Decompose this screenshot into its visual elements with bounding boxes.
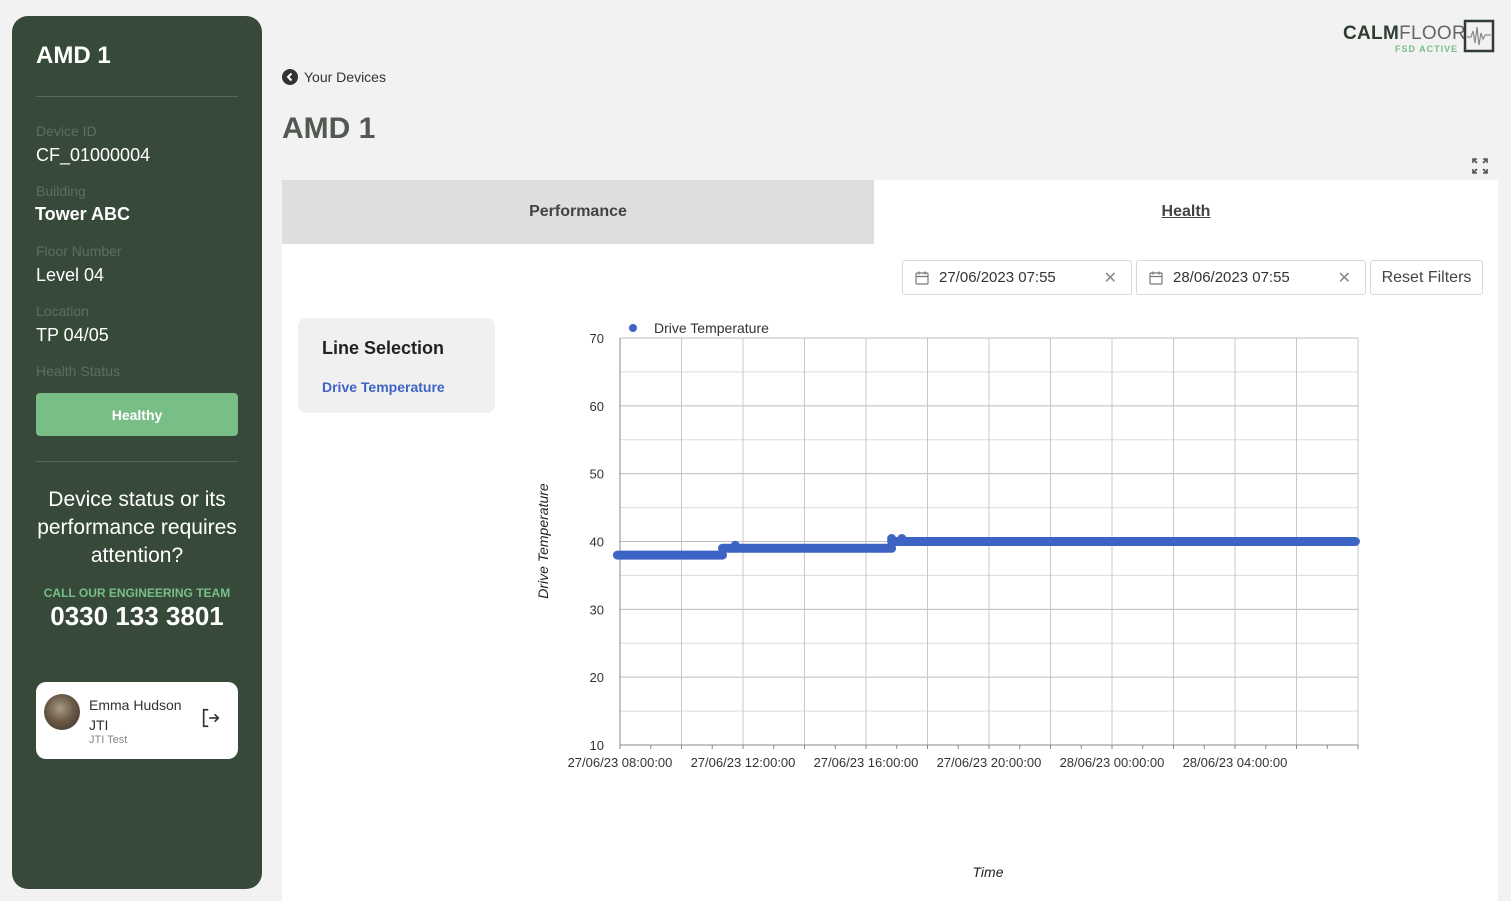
device-sidebar: AMD 1 Device ID CF_01000004 Building Tow… [12, 16, 262, 889]
device-id-label: Device ID [36, 123, 97, 139]
legend-marker [629, 324, 637, 332]
sidebar-device-title: AMD 1 [36, 42, 111, 69]
series-point [897, 534, 907, 543]
sidebar-divider [36, 96, 238, 97]
chart-legend: Drive Temperature [629, 320, 769, 336]
y-tick-label: 70 [590, 331, 604, 346]
floor-number-value: Level 04 [36, 265, 105, 285]
location-value: TP 04/05 [36, 325, 109, 345]
health-status-label: Health Status [36, 363, 121, 379]
page-title: AMD 1 [282, 112, 376, 145]
x-tick-label: 27/06/23 08:00:00 [568, 755, 673, 770]
device-id-value: CF_01000004 [36, 145, 151, 165]
user-organization: JTI Test [89, 734, 128, 746]
series-point [887, 534, 897, 543]
x-axis-label: Time [973, 864, 1004, 880]
x-tick-label: 27/06/23 16:00:00 [814, 755, 919, 770]
chart-series [612, 534, 1360, 560]
chart-axes: 10 20 30 40 50 60 70 27/06/23 08:00:00 27/06/23 … [568, 331, 1359, 770]
y-axis-label: Drive Temperature [535, 483, 551, 599]
series-point [730, 540, 740, 550]
x-tick-label: 27/06/23 12:00:00 [691, 755, 796, 770]
fullscreen-expand-icon[interactable] [1471, 157, 1489, 175]
back-to-devices-link[interactable]: Your Devices [282, 69, 386, 85]
logo-light-text: FLOOR [1399, 23, 1467, 44]
health-status-badge: Healthy [36, 393, 238, 436]
engineering-phone-number[interactable]: 0330 133 3801 [26, 601, 248, 632]
y-tick-label: 20 [590, 670, 604, 685]
back-link-label: Your Devices [304, 69, 386, 85]
logo-main-text: CALM [1343, 23, 1400, 44]
location-label: Location [36, 303, 89, 319]
x-tick-label: 28/06/23 00:00:00 [1060, 755, 1165, 770]
y-tick-label: 10 [590, 738, 604, 753]
chevron-left-circle-icon [282, 69, 298, 85]
user-name: Emma Hudson JTI [89, 697, 182, 733]
y-tick-label: 30 [590, 602, 604, 617]
building-value: Tower ABC [35, 204, 131, 224]
legend-label: Drive Temperature [654, 320, 769, 336]
logout-icon[interactable] [200, 707, 222, 729]
logo-waveform-icon [1463, 19, 1495, 53]
building-label: Building [36, 183, 86, 199]
calmfloor-logo: CALMFLOOR FSD ACTIVE [1343, 17, 1498, 57]
logo-subtitle: FSD ACTIVE [1395, 44, 1459, 54]
attention-message: Device status or its performance require… [37, 488, 237, 567]
x-tick-label: 28/06/23 04:00:00 [1183, 755, 1288, 770]
call-engineering-label: CALL OUR ENGINEERING TEAM [43, 586, 231, 600]
drive-temperature-chart: 10 20 30 40 50 60 70 27/06/23 08:00:00 27/06/23 … [535, 320, 1360, 880]
sidebar-divider [36, 461, 238, 462]
y-tick-label: 40 [590, 535, 604, 550]
avatar [44, 694, 80, 730]
y-tick-label: 60 [590, 399, 604, 414]
floor-number-label: Floor Number [36, 243, 122, 259]
device-detail-panel: Performance Health 27/06/2023 07:55 ✕ 28… [282, 180, 1498, 901]
y-tick-label: 50 [590, 467, 604, 482]
x-tick-label: 27/06/23 20:00:00 [937, 755, 1042, 770]
user-card: Emma Hudson JTI JTI Test [36, 682, 238, 759]
